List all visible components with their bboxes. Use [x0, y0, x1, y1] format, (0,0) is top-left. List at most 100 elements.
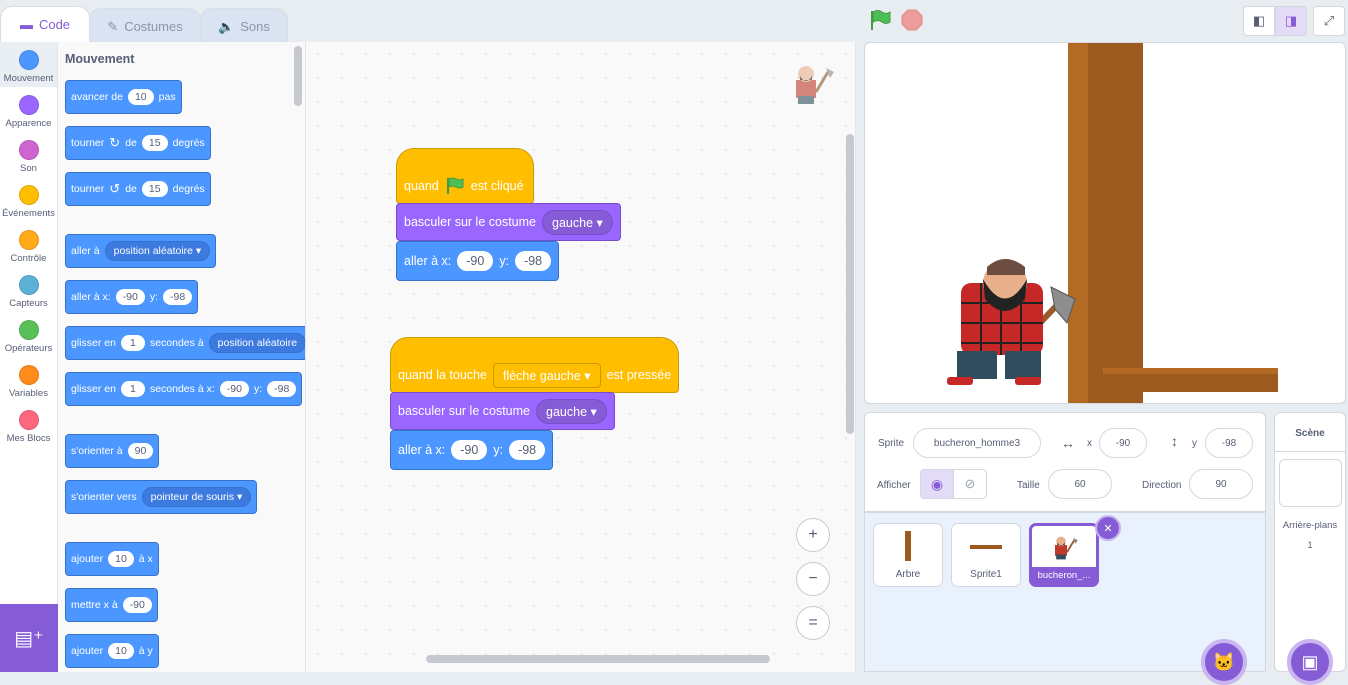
- sprite-thumb-sprite1[interactable]: Sprite1: [951, 523, 1021, 587]
- block-glide-xy[interactable]: glisser en 1 secondes à x: -90 y: -98: [65, 372, 303, 406]
- normal-stage-button[interactable]: ◨: [1275, 6, 1307, 36]
- category-apparence[interactable]: Apparence: [0, 87, 57, 132]
- small-stage-button[interactable]: ◧: [1243, 6, 1275, 36]
- block-input[interactable]: 1: [120, 381, 145, 397]
- block-glide[interactable]: glisser en 1 secondes à position aléatoi…: [65, 326, 305, 360]
- switch-costume-block[interactable]: basculer sur le costume gauche ▾: [396, 203, 621, 241]
- goto-xy-block[interactable]: aller à x: -90 y: -98: [396, 241, 560, 281]
- category-variables[interactable]: Variables: [0, 357, 57, 402]
- block-turn-right[interactable]: tourner ↻ de 15 degrés: [65, 126, 211, 160]
- switch-costume-block[interactable]: basculer sur le costume gauche ▾: [390, 392, 615, 430]
- tab-code[interactable]: ▬ Code: [0, 6, 90, 42]
- category-mes-blocs[interactable]: Mes Blocs: [0, 402, 57, 447]
- when-key-pressed-block[interactable]: quand la touche flèche gauche ▾ est pres…: [390, 337, 680, 393]
- when-flag-clicked-block[interactable]: quand est cliqué: [396, 148, 534, 204]
- block-dropdown[interactable]: position aléatoire: [208, 333, 305, 353]
- sprite-name-input[interactable]: bucheron_homme3: [913, 428, 1041, 458]
- block-change-x[interactable]: ajouter 10 à x: [65, 542, 159, 576]
- block-input[interactable]: 10: [127, 89, 154, 105]
- sprite-thumb-arbre[interactable]: Arbre: [873, 523, 943, 587]
- block-text: tourner: [71, 137, 105, 149]
- block-text: degrés: [172, 137, 205, 149]
- add-extension-button[interactable]: ▤⁺: [0, 604, 58, 672]
- block-turn-left[interactable]: tourner ↺ de 15 degrés: [65, 172, 211, 206]
- block-input[interactable]: 15: [141, 181, 168, 197]
- block-point-towards[interactable]: s'orienter vers pointeur de souris ▾: [65, 480, 258, 514]
- y-arrow-icon: ↕: [1171, 433, 1178, 449]
- category-capteurs[interactable]: Capteurs: [0, 267, 57, 312]
- green-flag-icon: [446, 177, 464, 194]
- direction-input[interactable]: 90: [1189, 469, 1253, 499]
- category-controle[interactable]: Contrôle: [0, 222, 57, 267]
- show-visible-button[interactable]: ◉: [920, 469, 954, 499]
- tab-costumes[interactable]: ✎ Costumes: [89, 8, 201, 44]
- zoom-out-button[interactable]: −: [796, 562, 830, 596]
- show-hidden-button[interactable]: ⊘: [953, 469, 987, 499]
- workspace-scrollbar-vertical[interactable]: [846, 134, 854, 434]
- x-input[interactable]: -90: [457, 251, 494, 271]
- block-move[interactable]: avancer de 10 pas: [65, 80, 182, 114]
- block-text: s'orienter vers: [71, 491, 137, 503]
- green-flag-button[interactable]: [868, 9, 892, 31]
- zoom-reset-button[interactable]: =: [796, 606, 830, 640]
- category-son[interactable]: Son: [0, 132, 57, 177]
- dropdown-value: gauche: [552, 215, 594, 230]
- block-input[interactable]: -98: [267, 381, 297, 397]
- block-input[interactable]: -98: [163, 289, 193, 305]
- sprite-thumb-bucheron[interactable]: bucheron_...: [1029, 523, 1099, 587]
- block-set-x[interactable]: mettre x à -90: [65, 588, 158, 622]
- zoom-in-button[interactable]: +: [796, 518, 830, 552]
- x-input[interactable]: -90: [1099, 428, 1147, 458]
- y-input[interactable]: -98: [1205, 428, 1253, 458]
- block-input[interactable]: 10: [108, 551, 134, 567]
- category-mouvement[interactable]: Mouvement: [0, 42, 57, 87]
- block-change-y[interactable]: ajouter 10 à y: [65, 634, 159, 668]
- tab-sons[interactable]: 🔈 Sons: [200, 8, 288, 44]
- block-input[interactable]: -90: [115, 289, 145, 305]
- block-text: pas: [158, 91, 176, 103]
- category-evenements[interactable]: Événements: [0, 177, 57, 222]
- block-input[interactable]: -90: [219, 381, 249, 397]
- block-point[interactable]: s'orienter à 90: [65, 434, 160, 468]
- block-input[interactable]: 1: [120, 335, 145, 351]
- y-input[interactable]: -98: [509, 440, 546, 460]
- y-input[interactable]: -98: [515, 251, 552, 271]
- block-text: glisser en: [71, 383, 116, 395]
- category-label: Contrôle: [10, 253, 47, 264]
- palette-scrollbar[interactable]: [294, 46, 302, 106]
- block-input[interactable]: -90: [122, 597, 152, 613]
- block-dropdown[interactable]: pointeur de souris ▾: [141, 487, 252, 507]
- block-goto[interactable]: aller à position aléatoire ▾: [65, 234, 217, 268]
- sprite-thumb-label: bucheron_...: [1032, 567, 1096, 584]
- key-dropdown[interactable]: flèche gauche ▾: [492, 362, 601, 388]
- block-dropdown[interactable]: position aléatoire ▾: [104, 241, 211, 261]
- x-arrow-icon: ↔: [1061, 435, 1075, 451]
- scene-divider: [1275, 451, 1345, 452]
- category-operateurs[interactable]: Opérateurs: [0, 312, 57, 357]
- fullscreen-button[interactable]: ⤢: [1313, 6, 1345, 36]
- scene-panel[interactable]: Scène Arrière-plans 1 ▣: [1274, 412, 1346, 685]
- choose-sprite-button[interactable]: 🐱: [1201, 639, 1247, 685]
- workspace-scrollbar-horizontal[interactable]: [426, 655, 770, 663]
- category-label: Événements: [2, 208, 55, 219]
- choose-backdrop-button[interactable]: ▣: [1287, 639, 1333, 685]
- block-text: glisser en: [71, 337, 116, 349]
- category-dot: [18, 365, 39, 385]
- goto-xy-block[interactable]: aller à x: -90 y: -98: [390, 430, 554, 470]
- block-input[interactable]: 90: [127, 443, 154, 459]
- costume-dropdown[interactable]: gauche ▾: [542, 209, 613, 235]
- block-text: est cliqué: [470, 179, 524, 193]
- block-goto-xy[interactable]: aller à x: -90 y: -98: [65, 280, 199, 314]
- code-workspace[interactable]: quand est cliqué basculer sur le costume…: [306, 42, 856, 672]
- backdrop-thumbnail[interactable]: [1279, 459, 1342, 507]
- block-input[interactable]: 15: [141, 135, 168, 151]
- lumberjack-sprite[interactable]: [947, 259, 1076, 385]
- block-text: aller à x:: [404, 254, 452, 268]
- stop-button[interactable]: [901, 9, 923, 31]
- size-input[interactable]: 60: [1048, 469, 1112, 499]
- costume-dropdown[interactable]: gauche ▾: [536, 398, 607, 424]
- x-input[interactable]: -90: [451, 440, 488, 460]
- block-input[interactable]: 10: [108, 643, 134, 659]
- delete-sprite-button[interactable]: ✕: [1095, 515, 1121, 541]
- stage[interactable]: [864, 42, 1346, 404]
